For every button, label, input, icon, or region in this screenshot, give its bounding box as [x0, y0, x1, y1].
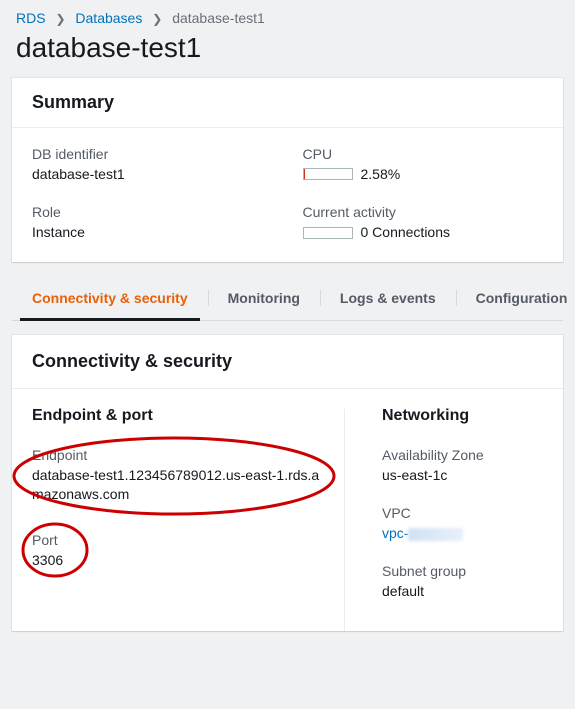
- chevron-right-icon: ❯: [55, 12, 65, 26]
- role-label: Role: [32, 204, 273, 220]
- tab-monitoring[interactable]: Monitoring: [208, 276, 320, 320]
- summary-header: Summary: [12, 78, 563, 128]
- az-value: us-east-1c: [382, 466, 543, 485]
- endpoint-label: Endpoint: [32, 447, 322, 463]
- column-divider: [344, 409, 345, 631]
- db-identifier-value: database-test1: [32, 166, 273, 182]
- tab-configuration[interactable]: Configuration: [456, 276, 575, 320]
- endpoint-port-heading: Endpoint & port: [32, 407, 322, 425]
- activity-label: Current activity: [303, 204, 544, 220]
- db-identifier-label: DB identifier: [32, 146, 273, 162]
- port-label: Port: [32, 532, 322, 548]
- breadcrumb-link-rds[interactable]: RDS: [16, 10, 46, 26]
- chevron-right-icon: ❯: [152, 12, 162, 26]
- activity-value: 0 Connections: [361, 224, 451, 240]
- role-value: Instance: [32, 224, 273, 240]
- tab-connectivity[interactable]: Connectivity & security: [12, 276, 208, 320]
- vpc-label: VPC: [382, 505, 543, 521]
- cpu-label: CPU: [303, 146, 544, 162]
- tab-logs-events[interactable]: Logs & events: [320, 276, 456, 320]
- tabs: Connectivity & security Monitoring Logs …: [12, 276, 563, 321]
- activity-bar: [303, 227, 353, 239]
- subnet-group-value: default: [382, 582, 543, 601]
- annotation-ellipse-port: [18, 520, 92, 580]
- vpc-redacted: [408, 528, 463, 541]
- summary-panel: Summary DB identifier database-test1 Rol…: [12, 78, 563, 262]
- vpc-link[interactable]: vpc-: [382, 525, 408, 541]
- connectivity-heading: Connectivity & security: [32, 351, 543, 372]
- page-title: database-test1: [16, 32, 559, 64]
- subnet-group-label: Subnet group: [382, 563, 543, 579]
- summary-heading: Summary: [32, 92, 543, 113]
- breadcrumb-link-databases[interactable]: Databases: [75, 10, 142, 26]
- breadcrumb: RDS ❯ Databases ❯ database-test1: [0, 0, 575, 26]
- endpoint-value: database-test1.123456789012.us-east-1.rd…: [32, 466, 322, 504]
- cpu-bar: [303, 168, 353, 180]
- az-label: Availability Zone: [382, 447, 543, 463]
- breadcrumb-current: database-test1: [172, 10, 265, 26]
- port-value: 3306: [32, 551, 322, 570]
- cpu-value: 2.58%: [361, 166, 401, 182]
- networking-heading: Networking: [382, 407, 543, 425]
- connectivity-panel: Connectivity & security Endpoint & port …: [12, 335, 563, 631]
